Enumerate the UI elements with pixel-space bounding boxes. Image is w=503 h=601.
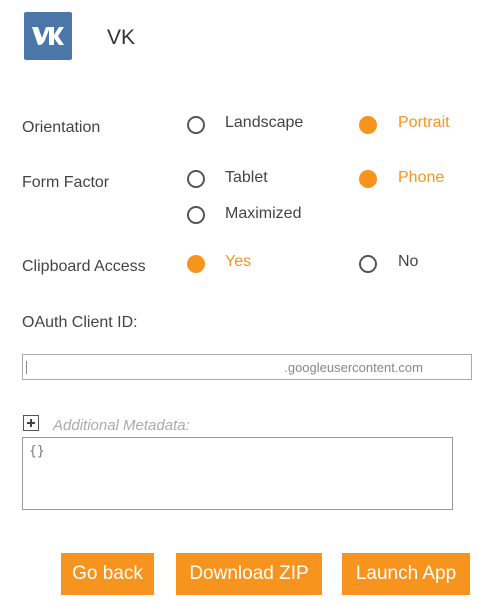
form-factor-maximized-radio[interactable]	[187, 206, 205, 224]
clipboard-access-label: Clipboard Access	[22, 258, 146, 275]
text-caret	[26, 361, 27, 374]
form-factor-maximized-label: Maximized	[225, 205, 302, 222]
oauth-client-id-value: .googleusercontent.com	[284, 360, 423, 375]
vk-logo-icon	[24, 12, 72, 60]
oauth-client-id-label: OAuth Client ID:	[22, 314, 138, 331]
orientation-landscape-radio[interactable]	[187, 116, 205, 134]
clipboard-yes-label: Yes	[225, 253, 252, 270]
orientation-portrait-radio[interactable]	[359, 116, 377, 134]
form-factor-tablet-radio[interactable]	[187, 170, 205, 188]
form-factor-tablet-label: Tablet	[225, 169, 268, 186]
form-factor-phone-radio[interactable]	[359, 170, 377, 188]
additional-metadata-textarea[interactable]: {}	[22, 437, 453, 510]
clipboard-no-label: No	[398, 253, 419, 270]
additional-metadata-label: Additional Metadata:	[53, 417, 190, 434]
orientation-label: Orientation	[22, 119, 101, 136]
expand-plus-icon[interactable]	[23, 415, 39, 431]
form-factor-phone-label: Phone	[398, 169, 445, 186]
form-factor-label: Form Factor	[22, 174, 110, 191]
app-title: VK	[107, 26, 136, 49]
launch-app-button[interactable]: Launch App	[342, 553, 470, 595]
oauth-client-id-input[interactable]: .googleusercontent.com	[22, 354, 472, 380]
clipboard-yes-radio[interactable]	[187, 255, 205, 273]
orientation-landscape-label: Landscape	[225, 114, 304, 131]
clipboard-no-radio[interactable]	[359, 255, 377, 273]
download-zip-button[interactable]: Download ZIP	[176, 553, 322, 595]
go-back-button[interactable]: Go back	[61, 553, 154, 595]
orientation-portrait-label: Portrait	[398, 114, 450, 131]
